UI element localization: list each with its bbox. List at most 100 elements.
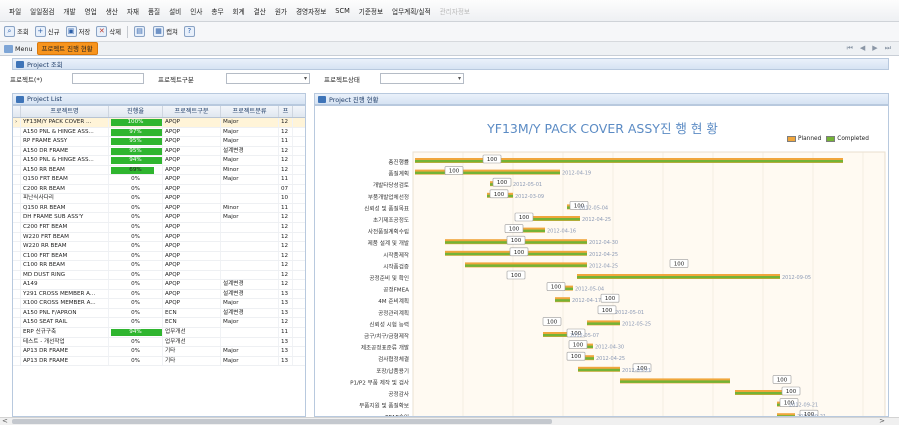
pct-badge-text: 100 [519,215,530,221]
col-project-class[interactable]: 프로젝트분류 [221,106,279,117]
horizontal-scrollbar[interactable]: < > [0,417,899,425]
cell-progress: 0% [109,318,163,328]
menu-item[interactable]: 생산 [106,6,118,16]
table-row[interactable]: W220 FRT BEAM 0% APQP 12 [13,232,305,243]
scroll-thumb[interactable] [12,419,552,424]
menu-toggle[interactable]: Menu [4,44,33,53]
row-indicator [13,137,21,146]
row-indicator [13,223,21,232]
delete-button[interactable]: ✕ 삭제 [96,26,121,37]
last-tab-icon[interactable]: ⏭ [885,44,891,53]
task-label: 4M 준비계획 [378,297,409,305]
table-row[interactable]: A149 0% APQP 설계변경 12 [13,280,305,290]
table-row[interactable]: X100 CROSS MEMBER A... 0% APQP Major 13 [13,299,305,309]
cell-project-type: APQP [163,232,221,242]
col-progress[interactable]: 진행율 [109,106,163,117]
cell-progress: 100% [109,118,163,127]
menu-item[interactable]: 자재 [127,6,139,16]
cell-progress: 0% [109,337,163,347]
cell-extra: 12 [279,223,293,232]
table-row[interactable]: 테스트 - 개선작업 0% 업무개선 13 [13,337,305,348]
table-row[interactable]: RP FRAME ASSY 95% APQP Major 11 [13,137,305,147]
table-row[interactable]: Q150 RR BEAM 0% APQP Minor 11 [13,203,305,214]
col-project-name[interactable]: 프로젝트명 [21,106,109,117]
task-date: 2012-04-30 [589,240,618,246]
table-row[interactable]: AP13 DR FRAME 0% 기타 Major 13 [13,356,305,367]
table-row[interactable]: AP13 DR FRAME 0% 기타 Major 13 [13,347,305,357]
table-row[interactable]: C100 RR BEAM 0% APQP 12 [13,261,305,271]
project-type-select[interactable]: ▾ [226,73,310,84]
cell-extra: 12 [279,261,293,270]
cell-project-name: W220 FRT BEAM [21,232,109,242]
table-row[interactable]: A150 SEAT RAIL 0% ECN Major 12 [13,318,305,329]
menu-item[interactable]: 영업 [85,6,97,16]
main-menubar: 파일 일일점검 개발 영업 생산 자재 품질 설비 인사 총무 회계 결산 원가 경영자정보 SCM 기준정보… [0,0,899,22]
progress-text: 0% [131,348,140,355]
menu-item[interactable]: 파일 [9,6,21,16]
cell-progress: 0% [109,203,163,213]
col-extra[interactable]: 프 [279,106,293,117]
row-indicator [13,127,21,137]
help-button[interactable]: ? [183,26,197,37]
table-row[interactable]: C100 FRT BEAM 0% APQP 12 [13,251,305,262]
cell-progress: 0% [109,223,163,232]
menu-item[interactable]: 품질 [148,6,160,16]
menu-item[interactable]: 총무 [211,6,223,16]
search-button[interactable]: ⌕ 조회 [4,26,29,37]
first-tab-icon[interactable]: ⏮ [847,44,853,53]
table-row[interactable]: A150 PNL & HINGE ASS... 94% APQP Major 12 [13,156,305,166]
row-indicator [13,146,21,156]
menu-item[interactable]: 경영자정보 [296,6,326,16]
table-row[interactable]: W220 RR BEAM 0% APQP 12 [13,242,305,252]
prev-tab-icon[interactable]: ◀ [860,44,865,53]
cell-extra: 12 [279,146,293,156]
menu-item[interactable]: 관리자정보 [440,6,470,16]
table-row[interactable]: A150 RR BEAM 69% APQP Minor 12 [13,165,305,176]
menu-item[interactable]: 회계 [233,6,245,16]
next-tab-icon[interactable]: ▶ [872,44,877,53]
scroll-right-icon[interactable]: > [879,417,885,425]
table-row[interactable]: ERP 신규구축 94% 업무개선 11 [13,328,305,338]
table-row[interactable]: › YF13M/Y PACK COVER ... 100% APQP Major 12 [13,118,305,128]
menu-item[interactable]: 결산 [254,6,266,16]
cell-project-type: APQP [163,203,221,213]
menu-item[interactable]: SCM [335,7,349,15]
cell-project-type: APQP [163,251,221,261]
project-input[interactable] [72,73,144,84]
table-row[interactable]: MD DUST RING 0% APQP 12 [13,270,305,281]
table-row[interactable]: C200 RR BEAM 0% APQP 07 [13,184,305,195]
progress-text: 0% [131,290,140,297]
progress-text: 69% [129,166,142,173]
menu-item[interactable]: 일일점검 [30,6,54,16]
table-row[interactable]: A150 PNL F/APRON 0% ECN 설계변경 13 [13,308,305,319]
menu-item[interactable]: 개발 [63,6,75,16]
table-row[interactable]: DH FRAME SUB ASS'Y 0% APQP Major 12 [13,213,305,224]
menu-item[interactable]: 인사 [190,6,202,16]
menu-item[interactable]: 원가 [275,6,287,16]
task-date: 2012-05-07 [570,333,599,339]
table-row[interactable]: C200 FRT BEAM 0% APQP 12 [13,223,305,233]
menu-item[interactable]: 업무계획/실적 [392,6,431,16]
menu-item[interactable]: 설비 [169,6,181,16]
capture-button[interactable]: ▦ 캡쳐 [153,26,178,37]
new-button[interactable]: + 신규 [34,26,60,37]
tab-project-progress[interactable]: 프로젝트 진행 현황 [36,42,98,55]
save-button[interactable]: ▣ 저장 [65,26,90,37]
save-icon: ▣ [65,26,77,37]
table-row[interactable]: A150 PNL & HINGE ASS... 97% APQP Major 12 [13,127,305,138]
cell-project-name: Q150 FRT BEAM [21,175,109,184]
task-date: 2012-04-19 [562,171,591,177]
table-row[interactable]: Q150 FRT BEAM 0% APQP Major 11 [13,175,305,185]
pct-badge-text: 100 [605,296,616,302]
task-label: 초기제조공정도 [373,216,409,224]
task-label: 사전품질계획수립 [368,228,409,236]
row-indicator [13,270,21,280]
menu-item[interactable]: 기준정보 [359,6,383,16]
print-button[interactable]: ▤ [134,26,147,37]
col-project-type[interactable]: 프로젝트구분 [163,106,221,117]
table-row[interactable]: Y291 CROSS MEMBER A... 0% APQP 설계변경 13 [13,289,305,300]
table-row[interactable]: 피난식사다리 0% APQP 10 [13,194,305,204]
scroll-left-icon[interactable]: < [2,417,8,425]
table-row[interactable]: A150 DR FRAME 95% APQP 설계변경 12 [13,146,305,157]
project-status-select[interactable]: ▾ [380,73,464,84]
